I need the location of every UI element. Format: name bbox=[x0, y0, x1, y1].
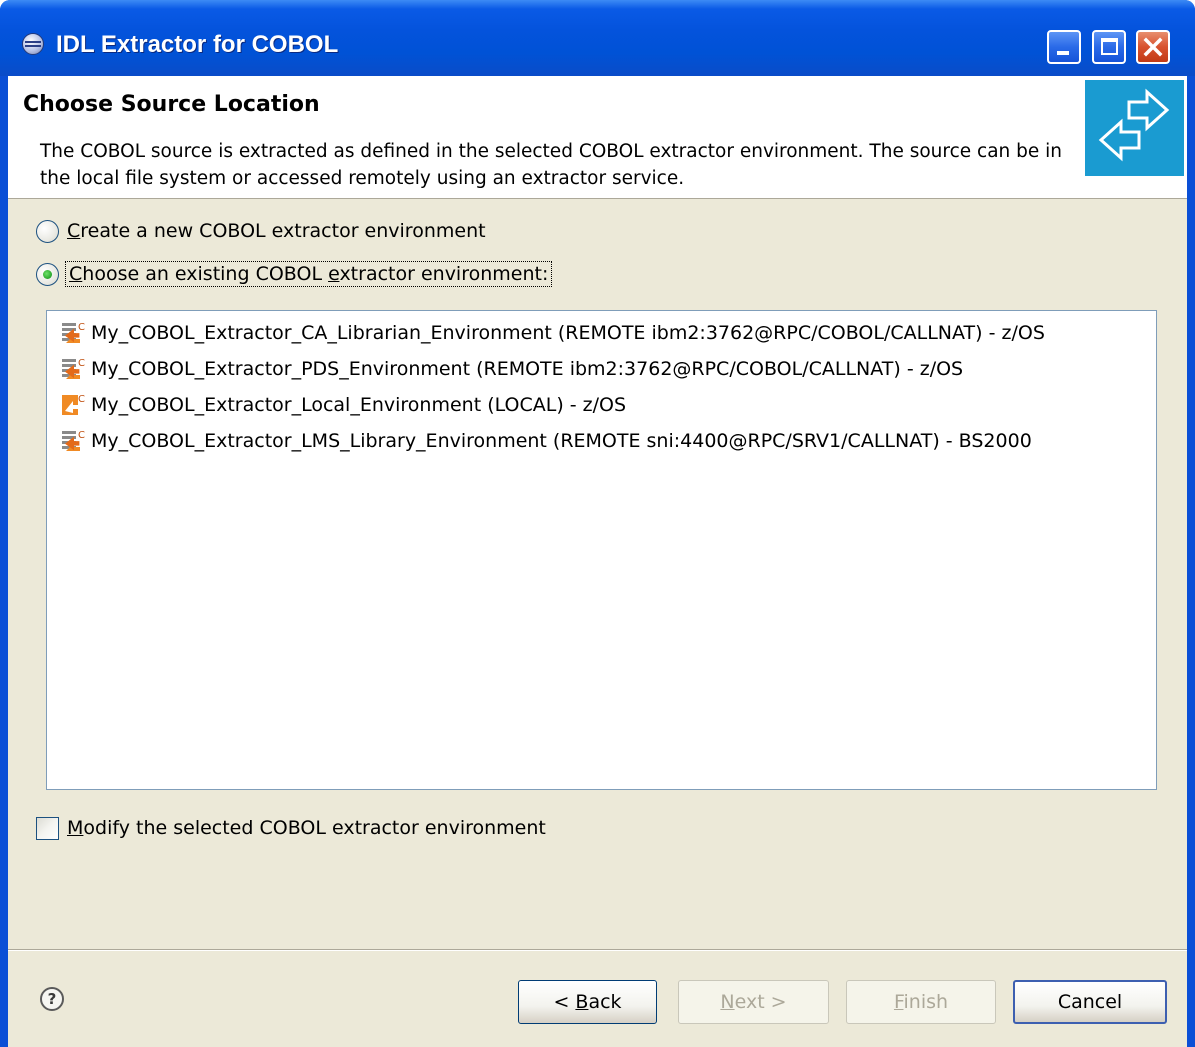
eclipse-icon bbox=[22, 33, 44, 55]
list-item[interactable]: C My_COBOL_Extractor_PDS_Environment (RE… bbox=[60, 354, 963, 384]
svg-text:C: C bbox=[78, 430, 85, 441]
list-item[interactable]: C My_COBOL_Extractor_CA_Librarian_Enviro… bbox=[60, 318, 1045, 348]
modify-environment-checkbox[interactable] bbox=[36, 816, 59, 840]
dialog-window: IDL Extractor for COBOL Choose Source Lo… bbox=[0, 0, 1195, 1047]
wizard-header: Choose Source Location The COBOL source … bbox=[8, 76, 1187, 199]
svg-text:C: C bbox=[78, 358, 85, 369]
button-bar-separator bbox=[8, 949, 1187, 951]
dialog-body: Choose Source Location The COBOL source … bbox=[8, 76, 1187, 1047]
environment-list[interactable]: C My_COBOL_Extractor_CA_Librarian_Enviro… bbox=[46, 310, 1157, 790]
close-button[interactable] bbox=[1136, 30, 1170, 64]
remote-extractor-icon: C bbox=[62, 358, 85, 379]
svg-text:C: C bbox=[78, 322, 85, 333]
svg-text:C: C bbox=[78, 394, 85, 405]
modify-environment-option[interactable]: Modify the selected COBOL extractor envi… bbox=[36, 814, 546, 842]
back-button[interactable]: < Back bbox=[518, 980, 657, 1024]
create-new-environment-option[interactable]: Create a new COBOL extractor environment bbox=[36, 217, 486, 245]
list-item[interactable]: C My_COBOL_Extractor_LMS_Library_Environ… bbox=[60, 426, 1032, 456]
page-description: The COBOL source is extracted as defined… bbox=[40, 141, 1063, 189]
close-icon bbox=[1143, 37, 1163, 57]
choose-existing-radio[interactable] bbox=[36, 262, 59, 286]
cancel-button[interactable]: Cancel bbox=[1013, 980, 1167, 1024]
window-title: IDL Extractor for COBOL bbox=[56, 31, 339, 58]
modify-environment-label: Modify the selected COBOL extractor envi… bbox=[67, 817, 546, 839]
remote-extractor-icon: C bbox=[62, 322, 85, 343]
create-new-label: Create a new COBOL extractor environment bbox=[67, 220, 486, 242]
local-extractor-icon: C bbox=[62, 394, 85, 415]
remote-extractor-icon: C bbox=[62, 430, 85, 451]
next-button[interactable]: Next > bbox=[678, 980, 829, 1024]
page-title: Choose Source Location bbox=[23, 92, 320, 117]
minimize-button[interactable] bbox=[1047, 30, 1081, 64]
finish-button[interactable]: Finish bbox=[846, 980, 996, 1024]
list-item[interactable]: C My_COBOL_Extractor_Local_Environment (… bbox=[60, 390, 626, 420]
create-new-radio[interactable] bbox=[36, 219, 59, 243]
minimize-icon bbox=[1057, 51, 1069, 55]
maximize-icon bbox=[1101, 38, 1118, 55]
help-icon[interactable]: ? bbox=[40, 987, 64, 1011]
title-bar[interactable]: IDL Extractor for COBOL bbox=[0, 0, 1195, 76]
maximize-button[interactable] bbox=[1092, 30, 1126, 64]
choose-existing-label: Choose an existing COBOL extractor envir… bbox=[64, 261, 553, 287]
wizard-banner-icon bbox=[1085, 80, 1184, 176]
choose-existing-environment-option[interactable]: Choose an existing COBOL extractor envir… bbox=[36, 260, 553, 288]
exchange-arrows-icon bbox=[1098, 88, 1170, 162]
